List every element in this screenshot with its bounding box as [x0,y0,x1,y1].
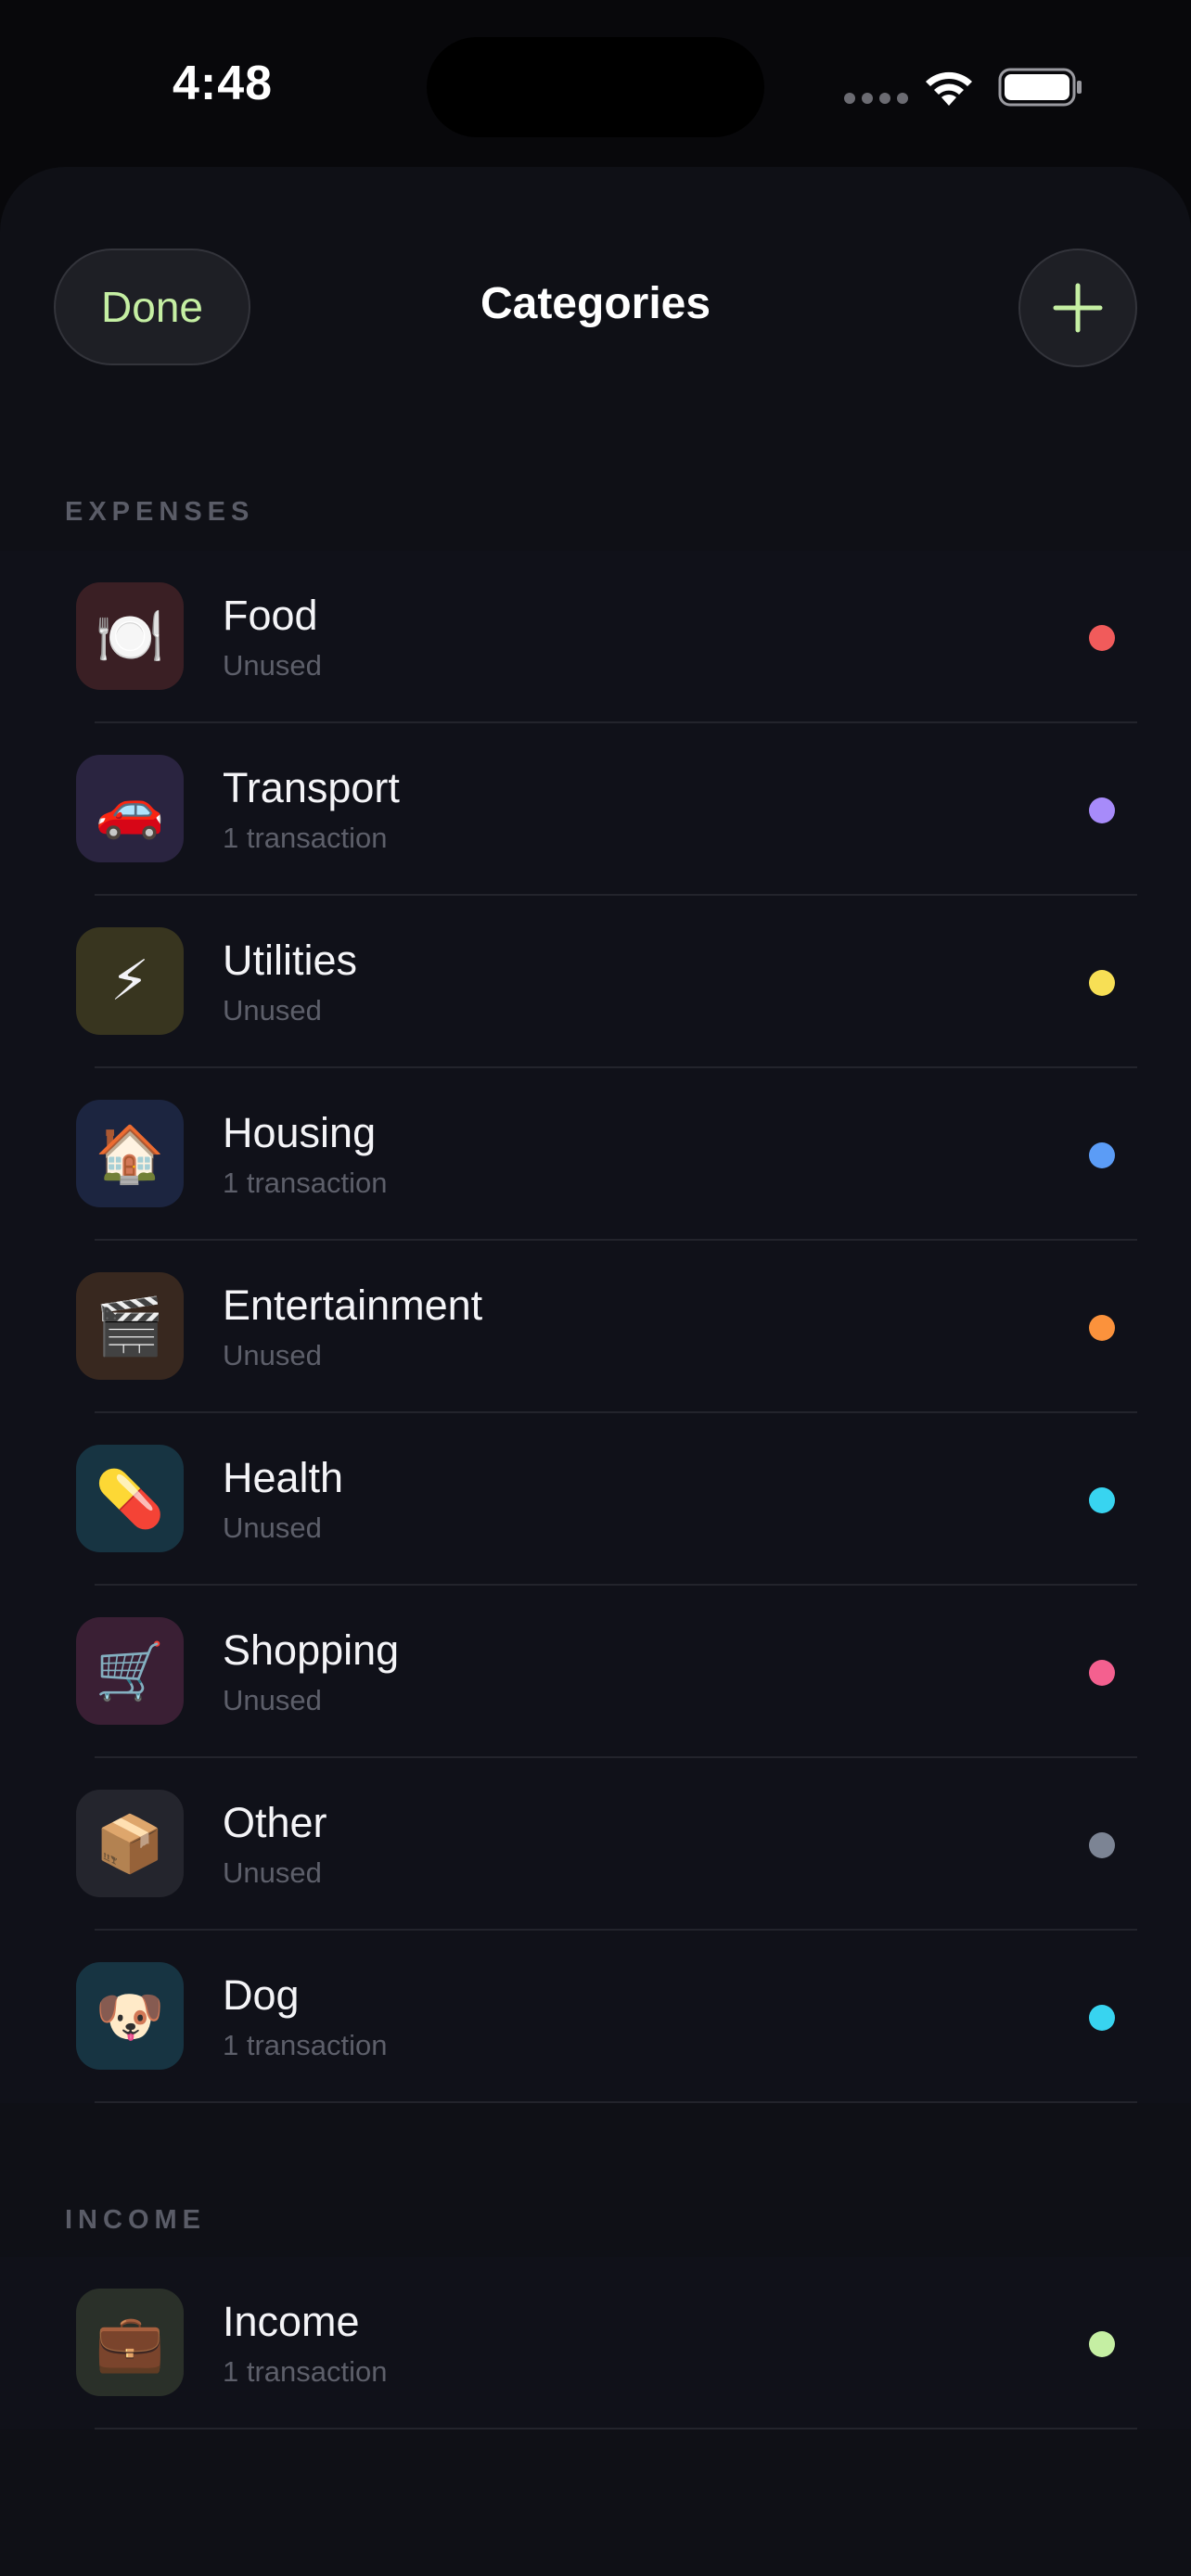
category-row[interactable]: 🎬 Entertainment Unused [0,1241,1191,1413]
category-name: Other [223,1799,327,1846]
category-row[interactable]: ⚡ Utilities Unused [0,896,1191,1068]
color-dot [1089,2331,1115,2357]
category-name: Food [223,592,318,639]
clapperboard-icon: 🎬 [76,1272,184,1380]
color-dot [1089,970,1115,996]
category-row[interactable]: 📦 Other Unused [0,1758,1191,1931]
color-dot [1089,1487,1115,1513]
color-dot [1089,797,1115,823]
status-time: 4:48 [173,57,274,110]
page-title: Categories [480,279,711,328]
category-row[interactable]: 🏠 Housing 1 transaction [0,1068,1191,1241]
dog-icon: 🐶 [76,1962,184,2070]
category-row[interactable]: 💼 Income 1 transaction [0,2257,1191,2429]
add-category-button[interactable] [1018,249,1137,367]
row-separator [95,2428,1137,2429]
category-name: Shopping [223,1626,400,1674]
category-name: Entertainment [223,1282,483,1329]
category-usage: 1 transaction [223,2355,388,2388]
color-dot [1089,1832,1115,1858]
category-row[interactable]: 🚗 Transport 1 transaction [0,723,1191,896]
category-name: Utilities [223,937,358,984]
plus-icon [1053,283,1103,333]
expenses-section-header: EXPENSES [65,497,255,527]
wifi-icon [926,71,972,106]
category-usage: 1 transaction [223,822,388,854]
category-row[interactable]: 🐶 Dog 1 transaction [0,1931,1191,2103]
cellular-signal-icon [844,93,908,104]
dynamic-island [427,37,764,137]
category-name: Income [223,2298,360,2345]
color-dot [1089,1142,1115,1168]
income-section-header: INCOME [65,2205,206,2235]
lightning-icon: ⚡ [76,927,184,1035]
category-usage: Unused [223,1684,322,1716]
category-row[interactable]: 🍽️ Food Unused [0,551,1191,723]
cart-icon: 🛒 [76,1617,184,1725]
category-row[interactable]: 💊 Health Unused [0,1413,1191,1586]
category-usage: 1 transaction [223,1167,388,1199]
category-name: Health [223,1454,344,1501]
package-icon: 📦 [76,1790,184,1897]
category-usage: Unused [223,1511,322,1544]
house-icon: 🏠 [76,1100,184,1207]
category-name: Dog [223,1971,300,2019]
briefcase-icon: 💼 [76,2289,184,2396]
category-row[interactable]: 🛒 Shopping Unused [0,1586,1191,1758]
category-usage: Unused [223,649,322,682]
row-separator [95,2101,1137,2103]
category-name: Transport [223,764,400,811]
color-dot [1089,1660,1115,1686]
car-icon: 🚗 [76,755,184,862]
category-name: Housing [223,1109,377,1156]
color-dot [1089,625,1115,651]
pill-icon: 💊 [76,1445,184,1552]
expenses-list: 🍽️ Food Unused 🚗 Transport 1 transaction ⚡ Util… [0,551,1191,2103]
screen: 4:48 Done Categories EXPENSES 🍽️ Food Unus… [0,0,1191,2576]
plate-icon: 🍽️ [76,582,184,690]
color-dot [1089,2005,1115,2031]
category-usage: Unused [223,994,322,1027]
battery-icon [998,68,1082,107]
color-dot [1089,1315,1115,1341]
category-usage: Unused [223,1339,322,1371]
category-usage: 1 transaction [223,2029,388,2061]
category-usage: Unused [223,1856,322,1889]
income-list: 💼 Income 1 transaction [0,2257,1191,2429]
